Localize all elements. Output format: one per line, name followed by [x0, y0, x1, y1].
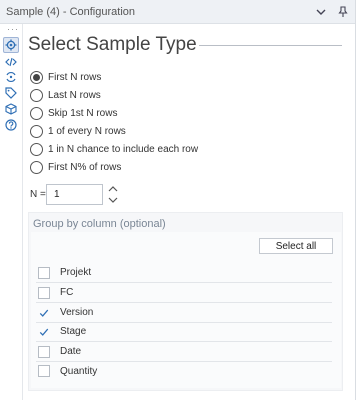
radio-button[interactable] — [30, 106, 43, 120]
checkbox[interactable] — [38, 286, 50, 299]
window-title: Sample (4) - Configuration — [6, 5, 136, 18]
chevron-down-icon[interactable] — [312, 3, 330, 21]
connection-icon[interactable] — [3, 69, 19, 85]
pin-icon[interactable] — [334, 3, 352, 21]
tag-icon[interactable] — [3, 85, 19, 101]
page-title: Select Sample Type — [28, 34, 197, 55]
checkbox[interactable] — [38, 307, 50, 319]
list-item[interactable]: Version — [36, 303, 332, 323]
column-label: Projekt — [60, 267, 92, 278]
side-icon-bar — [0, 34, 22, 400]
radio-label: 1 of every N rows — [48, 125, 126, 137]
n-label: N = — [30, 189, 46, 200]
radio-option-first-n-percent[interactable]: First N% of rows — [30, 159, 121, 175]
cube-icon[interactable] — [3, 101, 19, 117]
checkbox[interactable] — [38, 326, 50, 338]
checkmark-icon — [39, 309, 49, 317]
radio-button[interactable] — [30, 88, 43, 102]
title-bar: Sample (4) - Configuration — [0, 0, 356, 24]
column-label: Date — [60, 346, 82, 357]
checkbox[interactable] — [38, 365, 50, 377]
radio-option-random-chance[interactable]: 1 in N chance to include each row — [30, 141, 198, 157]
radio-label: First N% of rows — [48, 161, 122, 173]
help-icon[interactable] — [3, 117, 19, 133]
radio-button[interactable] — [30, 142, 43, 156]
n-input[interactable]: 1 — [46, 184, 103, 205]
checkbox[interactable] — [38, 266, 50, 279]
radio-option-one-of-every-n[interactable]: 1 of every N rows — [30, 123, 126, 139]
spin-down-icon[interactable] — [104, 195, 122, 205]
radio-button[interactable] — [30, 70, 43, 84]
radio-option-last-n[interactable]: Last N rows — [30, 87, 101, 103]
list-item[interactable]: Projekt — [36, 263, 332, 283]
column-label: FC — [60, 287, 74, 298]
gear-icon[interactable] — [3, 37, 19, 53]
code-icon[interactable] — [3, 54, 19, 70]
group-by-title: Group by column (optional) — [33, 218, 166, 230]
heading-rule — [199, 45, 342, 46]
checkbox[interactable] — [38, 345, 50, 358]
radio-selected-dot — [33, 73, 40, 81]
list-item[interactable]: Date — [36, 342, 332, 362]
list-item[interactable]: Stage — [36, 322, 332, 342]
column-label: Stage — [60, 326, 87, 337]
side-divider — [22, 24, 23, 400]
select-all-button[interactable]: Select all — [259, 238, 333, 254]
column-label: Quantity — [60, 365, 98, 377]
radio-option-skip-n[interactable]: Skip 1st N rows — [30, 105, 117, 121]
checkmark-icon — [39, 328, 49, 336]
radio-button[interactable] — [30, 124, 43, 138]
radio-label: Last N rows — [48, 89, 101, 101]
column-label: Version — [60, 307, 94, 318]
radio-label: 1 in N chance to include each row — [48, 143, 199, 155]
radio-label: Skip 1st N rows — [48, 107, 118, 119]
list-item[interactable]: FC — [36, 283, 332, 303]
spin-up-icon[interactable] — [104, 184, 122, 194]
radio-label: First N rows — [48, 71, 102, 83]
radio-option-first-n[interactable]: First N rows — [30, 69, 101, 85]
drag-handle-icon[interactable]: ··· — [7, 25, 19, 34]
radio-button[interactable] — [30, 160, 43, 174]
list-item[interactable]: Quantity — [36, 361, 332, 381]
